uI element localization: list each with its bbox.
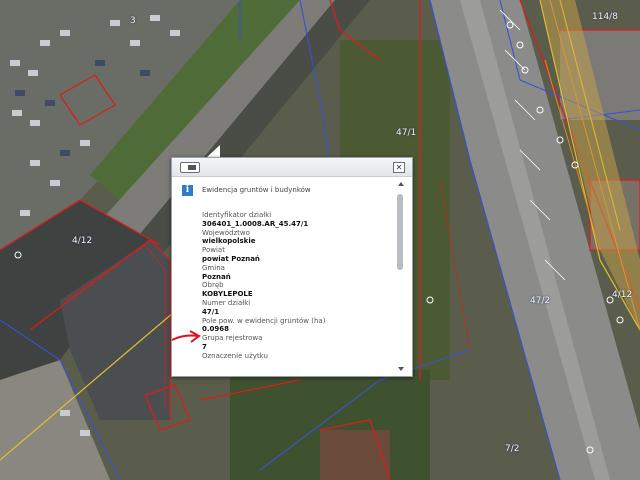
feature-info-popup: ✕ i Ewidencja gruntów i budynków Identyf… [171, 157, 413, 377]
field-label: Numer działki [202, 298, 251, 307]
field-value: Poznań [202, 272, 231, 281]
field-value: 47/1 [202, 307, 220, 316]
field-value: wielkopolskie [202, 237, 256, 246]
field-value: 0.0968 [202, 325, 230, 334]
field-label: Oznaczenie użytku [202, 351, 268, 360]
popup-title: Ewidencja gruntów i budynków [202, 186, 311, 194]
field-label: Województwo [202, 228, 250, 237]
parcel-label: 47/1 [396, 128, 417, 138]
close-icon[interactable]: ✕ [393, 162, 405, 173]
collapse-toggle-icon[interactable] [180, 162, 200, 173]
parcel-label: 114/8 [592, 12, 618, 22]
scroll-down-arrow-icon[interactable] [398, 367, 404, 371]
field-value: 7 [202, 342, 207, 351]
parcel-label: 47/2 [530, 296, 551, 306]
red-arrow-annotation-icon [171, 330, 201, 343]
popup-content[interactable]: i Ewidencja gruntów i budynków Identyfik… [172, 177, 412, 375]
field-value: 306401_1.0008.AR_45.47/1 [202, 219, 309, 228]
field-label: Identyfikator działki [202, 211, 272, 219]
field-label: Powiat [202, 246, 225, 255]
field-label: Gmina [202, 263, 225, 272]
scroll-up-arrow-icon[interactable] [398, 182, 404, 186]
attribute-list: Identyfikator działki 306401_1.0008.AR_4… [202, 211, 392, 361]
parcel-label: 4/12 [72, 236, 93, 246]
parcel-label: 4/12 [612, 290, 633, 300]
parcel-label: 3 [130, 16, 136, 26]
parcel-label: 7/2 [505, 444, 520, 454]
scrollbar-thumb[interactable] [397, 194, 403, 270]
field-label: Grupa rejestrowa [202, 334, 263, 343]
field-value: KOBYLEPOLE [202, 290, 253, 299]
field-label: Obręb [202, 281, 224, 290]
popup-header: ✕ [172, 158, 412, 177]
info-icon: i [182, 185, 193, 196]
popup-scrollbar[interactable] [396, 182, 406, 372]
field-value: powiat Poznań [202, 254, 260, 263]
field-label: Pole pow. w ewidencji gruntów (ha) [202, 316, 326, 325]
